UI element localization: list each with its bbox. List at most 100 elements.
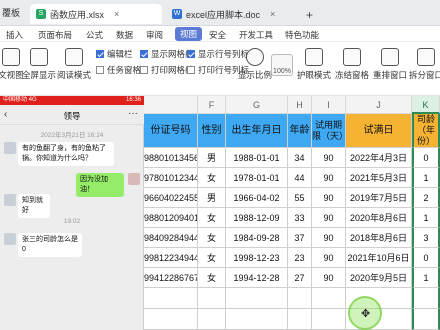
seniority-cell[interactable]: 1 <box>412 208 440 228</box>
gender-cell[interactable]: 女 <box>198 168 226 188</box>
seniority-cell[interactable]: 0 <box>412 248 440 268</box>
gender-cell[interactable]: 女 <box>198 248 226 268</box>
empty-cell[interactable] <box>198 288 226 309</box>
split-window-button[interactable]: 拆分窗口 <box>408 48 440 81</box>
menu-item-view[interactable]: 视图 <box>175 27 203 41</box>
checkbox-task-pane[interactable]: 任务窗格 <box>96 64 141 76</box>
birthdate-cell[interactable]: 1988-12-09 <box>226 208 288 228</box>
column-header[interactable] <box>144 96 198 114</box>
probation-cell[interactable]: 90 <box>312 188 346 208</box>
probation-end-cell[interactable]: 2022年4月3日 <box>346 148 412 168</box>
column-header-j[interactable]: J <box>346 96 412 114</box>
age-cell[interactable]: 55 <box>288 188 312 208</box>
empty-cell[interactable] <box>226 309 288 330</box>
probation-cell[interactable]: 90 <box>312 148 346 168</box>
header-cell-seniority[interactable]: 司龄（年份） <box>412 114 440 148</box>
empty-cell[interactable] <box>288 288 312 309</box>
gender-cell[interactable]: 男 <box>198 188 226 208</box>
menu-item-developer[interactable]: 开发工具 <box>239 29 273 41</box>
probation-cell[interactable]: 90 <box>312 208 346 228</box>
header-cell-gender[interactable]: 性别 <box>198 114 226 148</box>
empty-cell[interactable] <box>412 309 440 330</box>
menu-item-security[interactable]: 安全 <box>209 29 226 41</box>
age-cell[interactable]: 44 <box>288 168 312 188</box>
header-cell-birthdate[interactable]: 出生年月日 <box>226 114 288 148</box>
checkbox-formula-bar[interactable]: 编辑栏 <box>96 48 133 60</box>
probation-end-cell[interactable]: 2021年10月6日 <box>346 248 412 268</box>
reading-mode-button[interactable]: 阅读模式 <box>56 48 92 81</box>
tab-document[interactable]: W excel应用脚本.doc × <box>166 4 298 24</box>
empty-cell[interactable] <box>412 288 440 309</box>
birthdate-cell[interactable]: 1966-04-02 <box>226 188 288 208</box>
gender-cell[interactable]: 男 <box>198 148 226 168</box>
menu-item-insert[interactable]: 插入 <box>6 29 23 41</box>
probation-cell[interactable]: 90 <box>312 168 346 188</box>
close-icon[interactable]: × <box>114 9 119 19</box>
probation-end-cell[interactable]: 2020年9月5日 <box>346 268 412 288</box>
fullscreen-button[interactable]: 全屏显示 <box>22 48 56 81</box>
zoom-button[interactable]: 显示比例 <box>238 48 272 81</box>
seniority-cell[interactable]: 1 <box>412 268 440 288</box>
new-tab-button[interactable]: + <box>306 8 313 22</box>
seniority-cell[interactable]: 3 <box>412 228 440 248</box>
header-cell-probation[interactable]: 试用期限（天） <box>312 114 346 148</box>
probation-cell[interactable]: 90 <box>312 248 346 268</box>
empty-cell[interactable] <box>288 309 312 330</box>
empty-cell[interactable] <box>312 288 346 309</box>
age-cell[interactable]: 33 <box>288 208 312 228</box>
seniority-cell[interactable]: 0 <box>412 148 440 168</box>
menu-item-formulas[interactable]: 公式 <box>86 29 103 41</box>
birthdate-cell[interactable]: 1988-01-01 <box>226 148 288 168</box>
title-left-label[interactable]: 覆板 <box>0 6 20 19</box>
checkbox-gridlines[interactable]: 显示网格线 <box>140 48 194 60</box>
column-header-g[interactable]: G <box>226 96 288 114</box>
gender-cell[interactable]: 女 <box>198 268 226 288</box>
column-header-i[interactable]: I <box>312 96 346 114</box>
empty-cell[interactable] <box>226 288 288 309</box>
gender-cell[interactable]: 女 <box>198 208 226 228</box>
probation-end-cell[interactable]: 2021年5月3日 <box>346 168 412 188</box>
id-cell[interactable]: 98801209401 <box>144 208 198 228</box>
probation-end-cell[interactable]: 2020年8月6日 <box>346 208 412 228</box>
id-cell[interactable]: 98409284944 <box>144 228 198 248</box>
seniority-cell[interactable]: 1 <box>412 168 440 188</box>
arrange-windows-button[interactable]: 重排窗口 <box>372 48 408 81</box>
close-icon[interactable]: × <box>270 9 275 19</box>
empty-cell[interactable] <box>144 288 198 309</box>
tab-spreadsheet[interactable]: S 函数应用.xlsx × <box>30 4 162 24</box>
birthdate-cell[interactable]: 1978-01-01 <box>226 168 288 188</box>
empty-cell[interactable] <box>144 309 198 330</box>
probation-cell[interactable]: 90 <box>312 268 346 288</box>
id-cell[interactable]: 98801013456 <box>144 148 198 168</box>
eye-protection-button[interactable]: 护眼模式 <box>296 48 332 81</box>
menu-item-review[interactable]: 审阅 <box>146 29 163 41</box>
birthdate-cell[interactable]: 1994-12-28 <box>226 268 288 288</box>
age-cell[interactable]: 23 <box>288 248 312 268</box>
seniority-cell[interactable]: 2 <box>412 188 440 208</box>
age-cell[interactable]: 34 <box>288 148 312 168</box>
id-cell[interactable]: 96604022455 <box>144 188 198 208</box>
checkbox-print-gridlines[interactable]: 打印网格线 <box>140 64 194 76</box>
menu-item-data[interactable]: 数据 <box>116 29 133 41</box>
age-cell[interactable]: 27 <box>288 268 312 288</box>
header-cell-age[interactable]: 年龄 <box>288 114 312 148</box>
more-options-button[interactable]: ··· <box>128 108 138 119</box>
birthdate-cell[interactable]: 1998-12-23 <box>226 248 288 268</box>
zoom-level[interactable]: 100% <box>271 54 293 76</box>
gender-cell[interactable]: 女 <box>198 228 226 248</box>
menu-item-page-layout[interactable]: 页面布局 <box>38 29 72 41</box>
column-header-f[interactable]: F <box>198 96 226 114</box>
header-cell-id[interactable]: 份证号码 <box>144 114 198 148</box>
probation-end-cell[interactable]: 2019年7月5日 <box>346 188 412 208</box>
column-header-k[interactable]: K <box>412 96 440 114</box>
birthdate-cell[interactable]: 1984-09-28 <box>226 228 288 248</box>
id-cell[interactable]: 97801012344 <box>144 168 198 188</box>
probation-cell[interactable]: 90 <box>312 228 346 248</box>
header-cell-probation-end[interactable]: 试满日 <box>346 114 412 148</box>
age-cell[interactable]: 37 <box>288 228 312 248</box>
id-cell[interactable]: 99812234944 <box>144 248 198 268</box>
empty-cell[interactable] <box>198 309 226 330</box>
menu-item-features[interactable]: 特色功能 <box>285 29 319 41</box>
id-cell[interactable]: 99412286767 <box>144 268 198 288</box>
column-header-h[interactable]: H <box>288 96 312 114</box>
